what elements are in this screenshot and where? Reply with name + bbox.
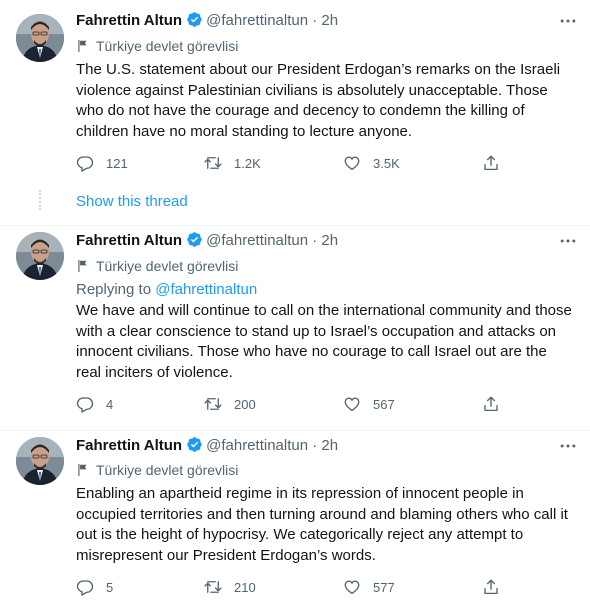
retweet-button[interactable]: 200 [204, 393, 256, 415]
timestamp[interactable]: 2h [321, 12, 338, 29]
tweet[interactable]: Fahrettin Altun @fahrettinaltun · 2h Türk… [0, 431, 590, 610]
separator-dot: · [312, 12, 318, 29]
like-icon [343, 395, 361, 413]
timestamp[interactable]: 2h [321, 437, 338, 454]
tweet-header: Fahrettin Altun @fahrettinaltun · 2h [76, 435, 338, 457]
retweet-button[interactable]: 210 [204, 576, 256, 598]
tweet[interactable]: Fahrettin Altun @fahrettinaltun · 2h Türk… [0, 0, 590, 225]
like-count: 567 [373, 396, 395, 412]
tweet[interactable]: Fahrettin Altun @fahrettinaltun · 2h Türk… [0, 226, 590, 430]
separator-dot: · [312, 437, 318, 454]
reply-button[interactable]: 4 [76, 393, 113, 415]
reply-count: 5 [106, 579, 114, 595]
separator-dot: · [312, 232, 318, 249]
tweet-header: Fahrettin Altun @fahrettinaltun · 2h [76, 10, 338, 32]
tweet-header: Fahrettin Altun @fahrettinaltun · 2h [76, 230, 338, 252]
like-count: 577 [373, 579, 395, 595]
author-handle[interactable]: @fahrettinaltun [206, 12, 308, 29]
account-label[interactable]: Türkiye devlet görevlisi [76, 256, 238, 276]
avatar[interactable] [16, 14, 64, 62]
retweet-count: 200 [234, 396, 256, 412]
retweet-count: 210 [234, 579, 256, 595]
reply-button[interactable]: 5 [76, 576, 113, 598]
retweet-icon [204, 395, 222, 413]
verified-badge-icon [186, 11, 203, 35]
tweet-text: We have and will continue to call on the… [76, 302, 572, 381]
retweet-button[interactable]: 1.2K [204, 152, 261, 174]
like-button[interactable]: 3.5K [343, 152, 400, 174]
reply-icon [76, 395, 94, 413]
retweet-count: 1.2K [234, 155, 261, 171]
like-icon [343, 578, 361, 596]
tweet-actions: 121 1.2K 3.5K [76, 152, 506, 174]
share-icon [482, 154, 500, 172]
share-button[interactable] [482, 393, 512, 415]
timestamp[interactable]: 2h [321, 232, 338, 249]
replying-to-handle[interactable]: @fahrettinaltun [155, 281, 257, 298]
retweet-icon [204, 154, 222, 172]
reply-button[interactable]: 121 [76, 152, 128, 174]
share-button[interactable] [482, 152, 512, 174]
retweet-icon [204, 578, 222, 596]
reply-icon [76, 578, 94, 596]
author-name[interactable]: Fahrettin Altun [76, 437, 182, 454]
reply-count: 121 [106, 155, 128, 171]
account-label[interactable]: Türkiye devlet görevlisi [76, 36, 238, 56]
more-icon[interactable] [558, 11, 578, 31]
flag-icon [76, 38, 90, 58]
account-label-text: Türkiye devlet görevlisi [96, 462, 239, 478]
like-button[interactable]: 567 [343, 393, 395, 415]
show-thread-link[interactable]: Show this thread [76, 192, 188, 212]
share-button[interactable] [482, 576, 512, 598]
share-icon [482, 578, 500, 596]
replying-to-prefix: Replying to [76, 281, 152, 298]
avatar[interactable] [16, 232, 64, 280]
verified-badge-icon [186, 231, 203, 255]
share-icon [482, 395, 500, 413]
like-count: 3.5K [373, 155, 400, 171]
author-name[interactable]: Fahrettin Altun [76, 12, 182, 29]
tweet-actions: 4 200 567 [76, 393, 506, 415]
more-icon[interactable] [558, 436, 578, 456]
account-label-text: Türkiye devlet görevlisi [96, 258, 239, 274]
tweet-text: The U.S. statement about our President E… [76, 61, 561, 140]
reply-icon [76, 154, 94, 172]
like-icon [343, 154, 361, 172]
flag-icon [76, 462, 90, 482]
flag-icon [76, 258, 90, 278]
tweet-actions: 5 210 577 [76, 576, 506, 598]
author-handle[interactable]: @fahrettinaltun [206, 232, 308, 249]
replying-to: Replying to @fahrettinaltun [76, 280, 257, 300]
more-icon[interactable] [558, 231, 578, 251]
thread-connector [39, 190, 41, 210]
like-button[interactable]: 577 [343, 576, 395, 598]
author-name[interactable]: Fahrettin Altun [76, 232, 182, 249]
account-label-text: Türkiye devlet görevlisi [96, 38, 239, 54]
verified-badge-icon [186, 436, 203, 460]
avatar[interactable] [16, 437, 64, 485]
reply-count: 4 [106, 396, 114, 412]
tweet-text: Enabling an apartheid regime in its repr… [76, 485, 568, 564]
author-handle[interactable]: @fahrettinaltun [206, 437, 308, 454]
account-label[interactable]: Türkiye devlet görevlisi [76, 460, 238, 480]
